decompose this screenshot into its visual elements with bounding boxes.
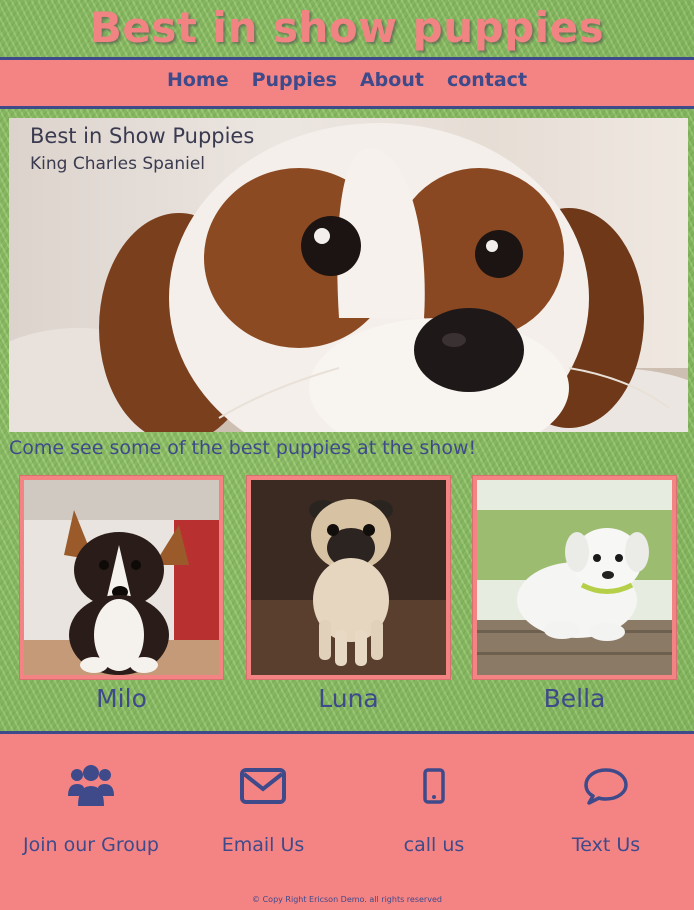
text-us-link[interactable]: Text Us bbox=[520, 762, 692, 856]
hero-banner: Best in Show Puppies King Charles Spanie… bbox=[9, 118, 688, 432]
puppy-card-luna: Luna bbox=[246, 475, 451, 713]
hero-subtitle: King Charles Spaniel bbox=[30, 154, 206, 174]
puppy-name: Luna bbox=[318, 684, 379, 713]
puppy-photo-frame bbox=[246, 475, 451, 680]
contact-footer: Join our Group Email Us call us Text Us bbox=[0, 731, 694, 910]
puppy-card-milo: Milo bbox=[19, 475, 224, 713]
join-group-label: Join our Group bbox=[23, 834, 159, 856]
chat-bubble-icon bbox=[520, 762, 692, 810]
email-us-link[interactable]: Email Us bbox=[177, 762, 349, 856]
nav-contact-link[interactable]: contact bbox=[447, 69, 527, 97]
envelope-icon bbox=[177, 762, 349, 810]
corgi-photo bbox=[24, 480, 219, 675]
group-icon bbox=[5, 762, 177, 810]
call-us-link[interactable]: call us bbox=[348, 762, 520, 856]
intro-text: Come see some of the best puppies at the… bbox=[9, 437, 477, 459]
copyright-text: © Copy Right Ericson Demo. all rights re… bbox=[252, 895, 442, 904]
puppy-photo-frame bbox=[19, 475, 224, 680]
puppy-name: Milo bbox=[96, 684, 147, 713]
site-title: Best in show puppies bbox=[89, 3, 605, 52]
labrador-photo bbox=[477, 480, 672, 675]
text-us-label: Text Us bbox=[571, 834, 641, 856]
call-us-label: call us bbox=[403, 834, 465, 856]
nav-home-link[interactable]: Home bbox=[167, 69, 229, 97]
nav-about-link[interactable]: About bbox=[360, 69, 424, 97]
hero-title: Best in Show Puppies bbox=[30, 124, 255, 148]
main-navbar: Home Puppies About contact bbox=[0, 57, 694, 109]
puppy-photo-frame bbox=[472, 475, 677, 680]
puppy-name: Bella bbox=[543, 684, 606, 713]
nav-puppies-link[interactable]: Puppies bbox=[252, 69, 337, 97]
email-us-label: Email Us bbox=[221, 834, 305, 856]
pug-photo bbox=[251, 480, 446, 675]
mobile-phone-icon bbox=[348, 762, 520, 810]
join-group-link[interactable]: Join our Group bbox=[5, 762, 177, 856]
puppy-card-bella: Bella bbox=[472, 475, 677, 713]
